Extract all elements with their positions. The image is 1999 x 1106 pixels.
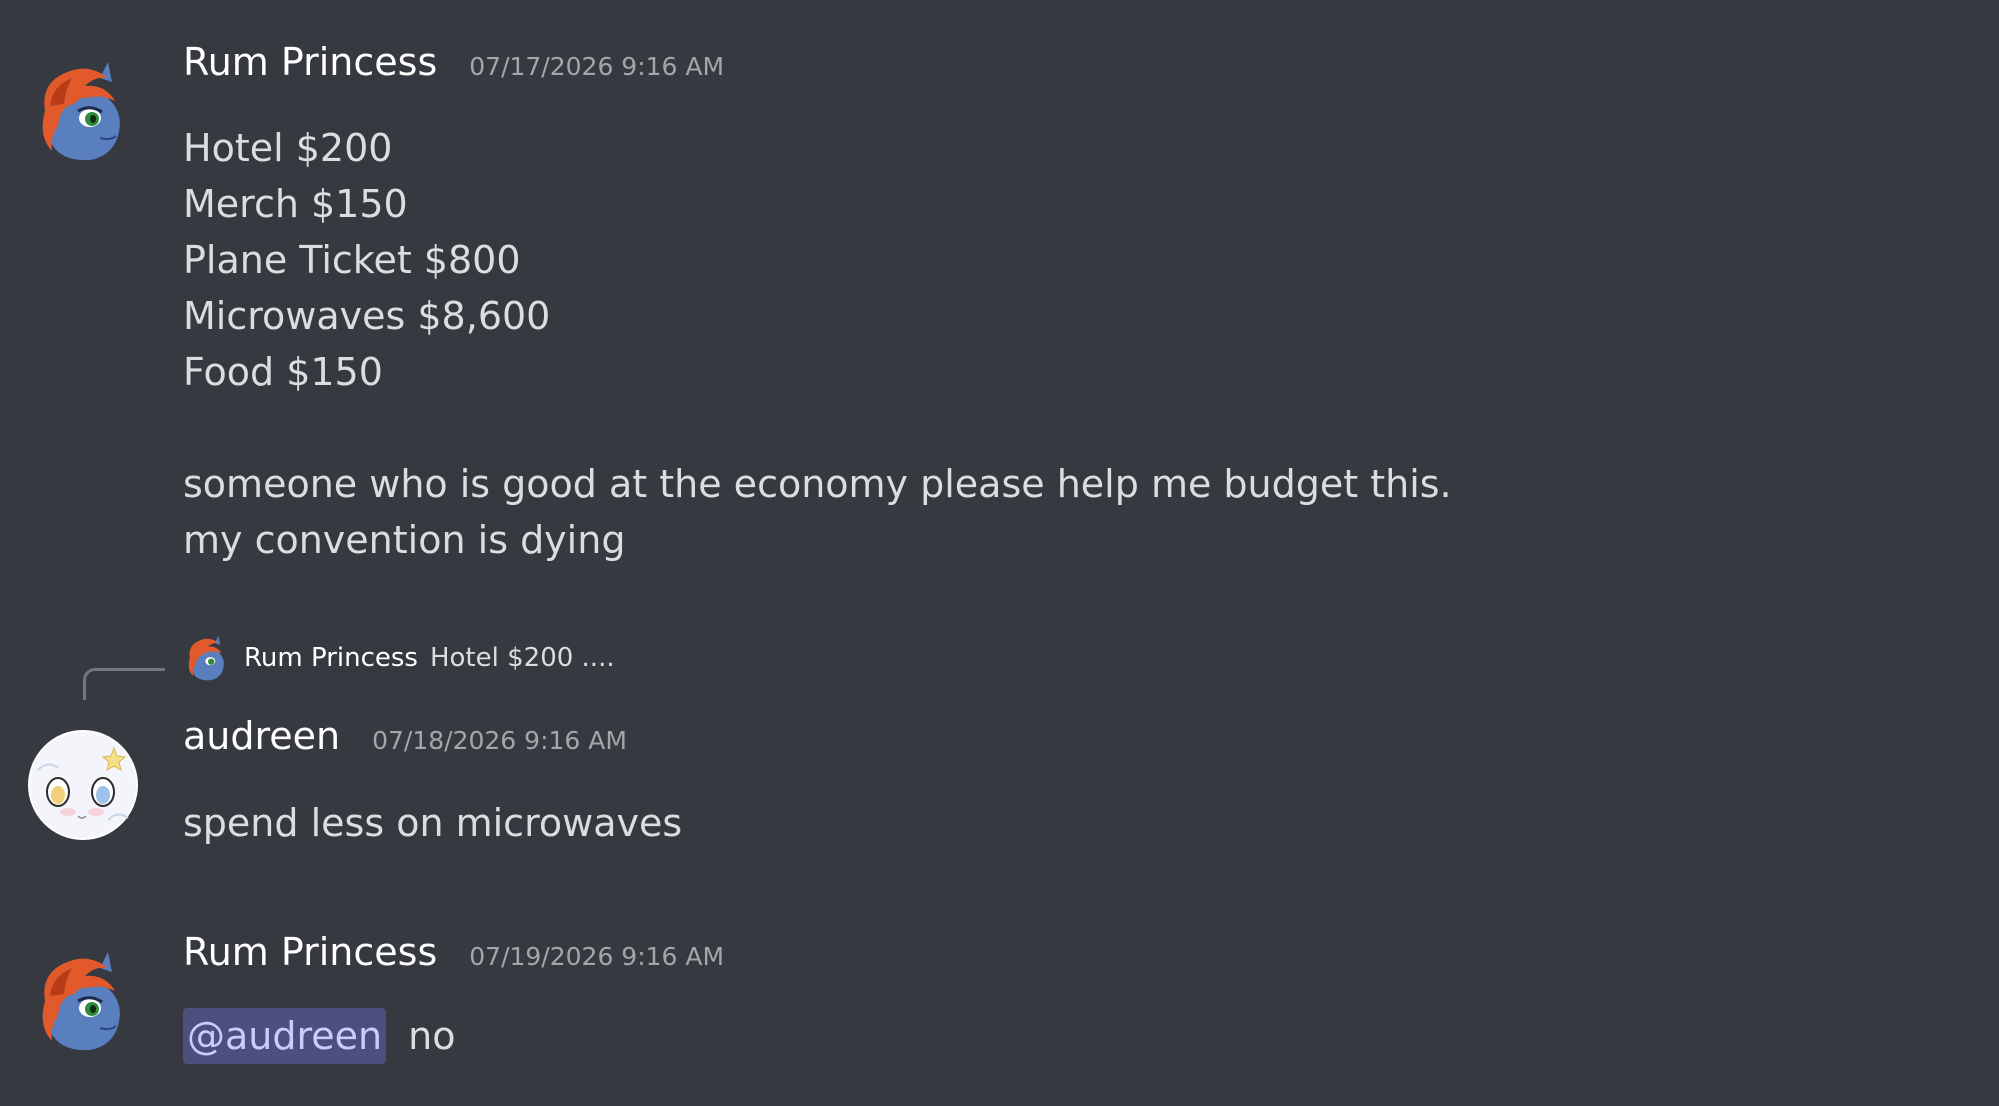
message-timestamp[interactable]: 07/18/2026 9:16 AM (372, 726, 627, 755)
message-timestamp[interactable]: 07/19/2026 9:16 AM (469, 942, 724, 971)
user-mention[interactable]: @audreen (183, 1008, 387, 1064)
author-name[interactable]: audreen (183, 714, 340, 758)
reply-author-name[interactable]: Rum Princess (244, 643, 418, 673)
author-name[interactable]: Rum Princess (183, 930, 437, 974)
message-line: my convention is dying (183, 518, 626, 562)
message-line: @audreen no (183, 1008, 455, 1064)
audreen-avatar[interactable] (28, 730, 138, 840)
reply-reference[interactable]: Rum Princess Hotel $200 .... (183, 632, 615, 684)
message-line: Food $150 (183, 350, 383, 394)
message-timestamp[interactable]: 07/17/2026 9:16 AM (469, 52, 724, 81)
message-line: spend less on microwaves (183, 801, 683, 845)
message-line: Hotel $200 (183, 126, 393, 170)
message-header: audreen 07/18/2026 9:16 AM (183, 714, 627, 758)
message-line: someone who is good at the economy pleas… (183, 462, 1452, 506)
rum-princess-avatar[interactable] (30, 946, 140, 1056)
message-content: @audreen no (183, 1008, 455, 1064)
message-header: Rum Princess 07/19/2026 9:16 AM (183, 930, 724, 974)
message-line: Merch $150 (183, 182, 408, 226)
message-text: no (408, 1014, 456, 1058)
message-line: Microwaves $8,600 (183, 294, 551, 338)
reply-spine (83, 668, 165, 700)
rum-princess-avatar[interactable] (30, 56, 140, 166)
reply-avatar (183, 633, 233, 683)
message-header: Rum Princess 07/17/2026 9:16 AM (183, 40, 724, 84)
author-name[interactable]: Rum Princess (183, 40, 437, 84)
message-line: Plane Ticket $800 (183, 238, 521, 282)
message-content: Hotel $200 Merch $150 Plane Ticket $800 … (183, 120, 1452, 568)
message-content: spend less on microwaves (183, 795, 682, 851)
reply-preview[interactable]: Hotel $200 .... (430, 643, 615, 673)
